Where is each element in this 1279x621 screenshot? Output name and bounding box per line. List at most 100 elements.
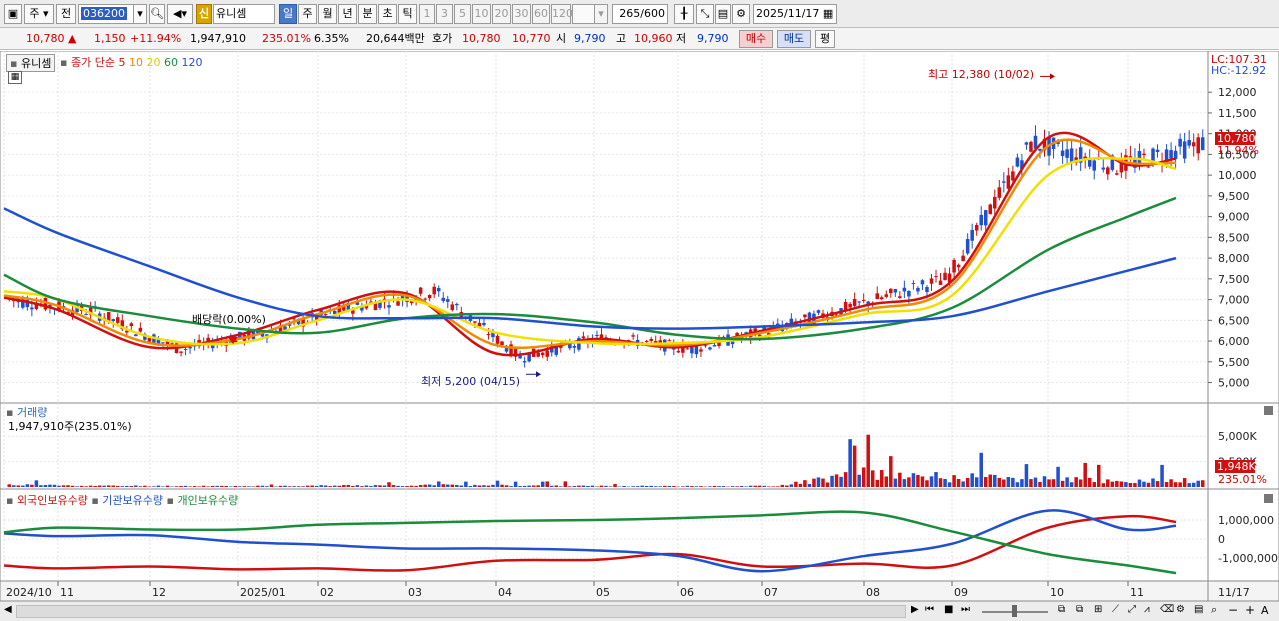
- zoom-search-icon[interactable]: ⌕: [1211, 603, 1217, 617]
- volume-bar: [414, 485, 418, 487]
- sell-button[interactable]: 매도: [777, 30, 811, 48]
- volume-panel-close-icon[interactable]: [1264, 406, 1273, 415]
- ma-20-label: 20: [146, 56, 161, 69]
- search-icon[interactable]: 🔍︎: [149, 4, 165, 24]
- zoom-slider-handle[interactable]: [1012, 605, 1017, 617]
- panel-close-icon[interactable]: ▪: [10, 57, 17, 70]
- calculator-icon[interactable]: ▦: [8, 71, 22, 84]
- window-icon[interactable]: ▣: [4, 4, 22, 24]
- period-minute[interactable]: 분: [358, 4, 377, 24]
- panel-stock-name[interactable]: ▪ 유니셈: [6, 54, 56, 72]
- volume-tick-label: 5,000K: [1218, 430, 1257, 443]
- interval-3[interactable]: 3: [436, 4, 453, 24]
- volume-bar: [400, 486, 405, 487]
- volume-bar: [653, 486, 658, 487]
- volume-bar: [79, 485, 84, 487]
- market-select[interactable]: 주 ▾: [24, 4, 54, 24]
- volume-bar: [351, 485, 355, 487]
- candle-body: [1137, 151, 1142, 165]
- font-size-icon[interactable]: A: [1261, 604, 1269, 617]
- interval-10[interactable]: 10: [472, 4, 491, 24]
- line-tool-icon[interactable]: ⟋: [1112, 604, 1119, 615]
- count-input[interactable]: 265/600: [612, 4, 668, 24]
- volume-bar: [762, 485, 766, 487]
- scroll-track[interactable]: [16, 605, 906, 618]
- volume-bar: [685, 485, 690, 487]
- first-page-icon[interactable]: ⏮: [925, 604, 934, 615]
- layout-icon[interactable]: ⧉: [1058, 604, 1065, 615]
- zoom-out-icon[interactable]: −: [1228, 603, 1238, 617]
- chart-area[interactable]: 12,00011,50011,00010,50010,0009,5009,000…: [0, 51, 1279, 601]
- period-month[interactable]: 월: [318, 4, 337, 24]
- bottom-scrollbar[interactable]: ◀ ▶ ⏮ ■ ⏭ ⧉ ⧉ ⊞ ⟋ ⤢ ⩘ ⌫ ⚙ ▤ ⌕ − + A: [0, 601, 1279, 621]
- eval-button[interactable]: 평: [815, 30, 835, 48]
- candle-settings-icon[interactable]: ╂: [674, 4, 694, 24]
- chart-type-icon[interactable]: ⊞: [1094, 604, 1102, 615]
- period-tick[interactable]: 틱: [398, 4, 417, 24]
- volume-bar: [102, 485, 106, 487]
- scroll-left-icon[interactable]: ◀: [4, 604, 12, 615]
- holdings-panel-close-icon[interactable]: [1264, 494, 1273, 503]
- volume-bar: [1051, 479, 1056, 487]
- interval-dropdown-icon[interactable]: ▾: [594, 4, 608, 24]
- interval-30[interactable]: 30: [512, 4, 531, 24]
- stock-code-input[interactable]: 036200: [78, 4, 136, 24]
- volume-bar: [997, 477, 1002, 487]
- period-day[interactable]: 일: [279, 4, 297, 24]
- volume-bar: [672, 486, 676, 487]
- stop-icon[interactable]: ■: [944, 604, 953, 615]
- speaker-icon[interactable]: ◀▾: [167, 4, 193, 24]
- prev-button[interactable]: 전: [56, 4, 76, 24]
- high-label: 고: [616, 32, 627, 45]
- volume-bar: [563, 481, 568, 487]
- volume-bar: [798, 483, 803, 487]
- period-week[interactable]: 주: [298, 4, 317, 24]
- volume-bar: [25, 484, 30, 487]
- interval-20[interactable]: 20: [492, 4, 511, 24]
- trend-icon[interactable]: ⩘: [1144, 604, 1150, 615]
- calendar-icon[interactable]: ▦: [823, 7, 833, 20]
- volume-bar: [965, 477, 970, 487]
- volume-bar: [694, 486, 699, 487]
- interval-5[interactable]: 5: [454, 4, 471, 24]
- stock-name-field[interactable]: 유니셈: [213, 4, 275, 24]
- volume-bar: [143, 485, 147, 487]
- price-tick-label: 9,500: [1218, 190, 1250, 203]
- candle-body: [997, 187, 1002, 198]
- date-input[interactable]: 2025/11/17 ▦: [753, 4, 837, 24]
- volume-bar: [748, 485, 753, 487]
- candle-body: [920, 280, 925, 285]
- code-dropdown-icon[interactable]: ▾: [133, 4, 147, 24]
- settings-icon[interactable]: ⚙: [1176, 604, 1185, 615]
- volume-bar: [821, 478, 825, 487]
- erase-icon[interactable]: ⌫: [1160, 604, 1174, 615]
- measure-icon[interactable]: ⤢: [1128, 604, 1136, 615]
- interval-120[interactable]: 120: [551, 4, 573, 24]
- print-icon[interactable]: ▤: [1194, 604, 1203, 615]
- candle-body: [536, 352, 540, 357]
- gear-icon[interactable]: ⚙: [732, 4, 750, 24]
- compare-icon[interactable]: ⧉: [1076, 604, 1083, 615]
- candle-body: [125, 330, 129, 333]
- buy-button[interactable]: 매수: [739, 30, 773, 48]
- interval-1[interactable]: 1: [419, 4, 435, 24]
- candle-body: [1115, 173, 1119, 175]
- zoom-in-icon[interactable]: +: [1245, 603, 1255, 617]
- volume-bar: [66, 485, 70, 487]
- volume-bar: [332, 485, 337, 487]
- candle-body: [1182, 141, 1187, 159]
- period-second[interactable]: 초: [378, 4, 397, 24]
- last-page-icon[interactable]: ⏭: [961, 604, 970, 615]
- volume-bar: [1024, 464, 1029, 487]
- volume-bar: [459, 485, 464, 487]
- period-year[interactable]: 년: [338, 4, 357, 24]
- draw-tool-icon[interactable]: ⤡: [696, 4, 714, 24]
- volume-bar: [527, 485, 531, 487]
- volume-ratio: 235.01%: [262, 32, 311, 45]
- save-icon[interactable]: ▤: [715, 4, 731, 24]
- interval-60[interactable]: 60: [532, 4, 550, 24]
- volume-bar: [513, 481, 518, 487]
- volume-bar: [39, 485, 43, 487]
- scroll-right-icon[interactable]: ▶: [911, 604, 919, 615]
- volume-bar: [649, 485, 653, 487]
